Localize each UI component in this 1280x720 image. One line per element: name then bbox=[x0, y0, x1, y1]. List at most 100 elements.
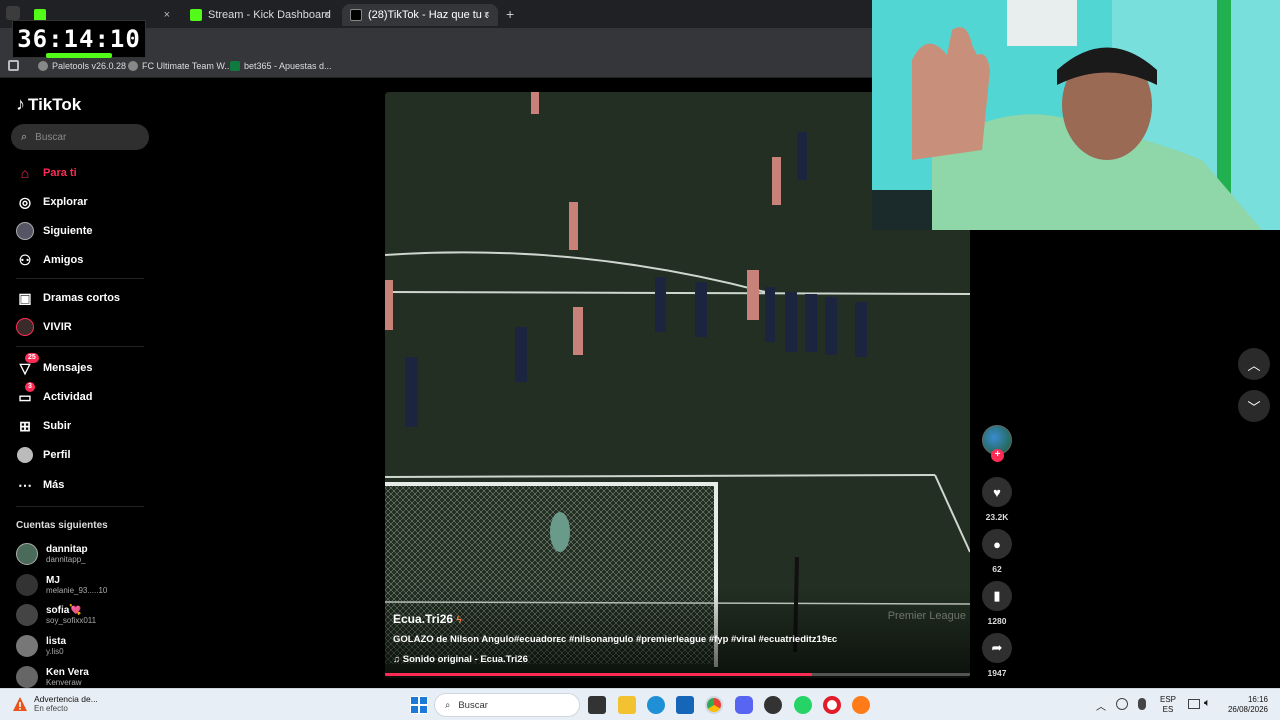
display-tray-icon[interactable] bbox=[1188, 699, 1200, 709]
volume-icon[interactable]: 🔈︎ bbox=[1204, 697, 1211, 710]
security-warning[interactable]: Advertencia de... En efecto bbox=[12, 694, 98, 714]
next-video-button[interactable]: ﹀ bbox=[1238, 390, 1270, 422]
nav-label: Dramas cortos bbox=[43, 292, 121, 304]
network-tray-icon[interactable] bbox=[1116, 698, 1128, 710]
account-name: dannitap bbox=[46, 543, 88, 555]
nav-actividad[interactable]: ▭ 3 Actividad bbox=[16, 382, 93, 406]
opera-icon[interactable] bbox=[823, 696, 841, 714]
video-author-name[interactable]: Ecua.Tri26 ϟ bbox=[393, 612, 462, 626]
compass-icon: ◎ bbox=[18, 193, 32, 210]
bookmark-paletools[interactable]: Paletools v26.0.28 bbox=[38, 61, 126, 71]
file-explorer-icon[interactable] bbox=[618, 696, 636, 714]
bookmark-fc-ultimate[interactable]: FC Ultimate Team W... bbox=[128, 61, 232, 71]
tab-kick-dashboard[interactable]: Stream - Kick Dashboard × bbox=[182, 4, 338, 26]
nav-dramas-cortos[interactable]: ▣ Dramas cortos bbox=[16, 289, 120, 307]
account-handle: dannitapp_ bbox=[46, 554, 86, 564]
webcam-feed bbox=[872, 0, 1280, 230]
nav-perfil[interactable]: Perfil bbox=[16, 446, 71, 464]
activity-icon: ▭ 3 bbox=[16, 382, 35, 406]
nav-explorar[interactable]: ◎ Explorar bbox=[16, 193, 88, 211]
kick-icon bbox=[190, 9, 202, 21]
tab-tiktok[interactable]: (28)TikTok - Haz que tu día sea × bbox=[342, 4, 498, 26]
avatar bbox=[16, 543, 38, 565]
task-view-icon[interactable] bbox=[588, 696, 606, 714]
close-icon[interactable]: × bbox=[164, 9, 170, 21]
nav-label: Amigos bbox=[43, 254, 84, 266]
following-account[interactable]: sofia💘 soy_sofixx011 bbox=[16, 604, 96, 626]
like-button[interactable]: ♥ 23.2K bbox=[981, 477, 1013, 522]
comment-button[interactable]: ● 62 bbox=[981, 529, 1013, 574]
windows-start-icon[interactable] bbox=[410, 696, 428, 714]
close-icon[interactable]: × bbox=[324, 9, 330, 21]
search-input[interactable]: ⌕ Buscar bbox=[11, 124, 149, 150]
film-icon: ▣ bbox=[18, 289, 32, 306]
like-count: 23.2K bbox=[985, 512, 1009, 522]
nav-mensajes[interactable]: ▽ 25 Mensajes bbox=[16, 353, 93, 377]
bookmark-label: Paletools v26.0.28 bbox=[52, 61, 127, 71]
video-watermark: Premier League bbox=[887, 610, 966, 622]
sound-label: Sonido original - Ecua.Tri26 bbox=[402, 654, 528, 665]
avatar bbox=[16, 635, 38, 657]
warning-title: Advertencia de... bbox=[34, 694, 98, 704]
search-icon: ⌕ bbox=[445, 699, 451, 711]
new-tab-button[interactable]: + bbox=[506, 6, 514, 22]
nav-amigos[interactable]: ⚇ Amigos bbox=[16, 251, 84, 269]
save-button[interactable]: ▮ 1280 bbox=[981, 581, 1013, 626]
kick-badge bbox=[46, 53, 112, 58]
upload-icon: ⊞ bbox=[19, 417, 31, 434]
tab-search-icon[interactable] bbox=[6, 6, 20, 20]
nav-mas[interactable]: ⋯ Más bbox=[16, 476, 64, 494]
save-count: 1280 bbox=[987, 616, 1007, 626]
apps-grid-icon[interactable] bbox=[8, 60, 19, 71]
video-progress-bar[interactable] bbox=[385, 673, 970, 676]
chevron-up-icon: ︿ bbox=[1247, 357, 1261, 373]
author-label: Ecua.Tri26 bbox=[393, 612, 454, 626]
microphone-icon[interactable] bbox=[1138, 698, 1146, 710]
nav-siguiente[interactable]: Siguiente bbox=[16, 222, 93, 240]
following-account[interactable]: MJ melanie_93.....10 bbox=[16, 574, 107, 596]
nav-para-ti[interactable]: ⌂ Para ti bbox=[16, 164, 77, 182]
chevron-up-icon[interactable]: ︿ bbox=[1096, 698, 1106, 713]
tiktok-note-icon: ♪ bbox=[16, 94, 25, 114]
tiktok-logo[interactable]: ♪ TikTok bbox=[16, 94, 81, 115]
video-sound[interactable]: ♫ Sonido original - Ecua.Tri26 bbox=[393, 654, 528, 665]
nav-label: Subir bbox=[43, 420, 72, 432]
nav-label: VIVIR bbox=[43, 321, 72, 333]
firefox-icon[interactable] bbox=[852, 696, 870, 714]
whatsapp-icon[interactable] bbox=[794, 696, 812, 714]
share-button[interactable]: ➦ 1947 bbox=[981, 633, 1013, 678]
following-accounts-title: Cuentas siguientes bbox=[16, 520, 108, 531]
close-icon[interactable]: × bbox=[484, 9, 490, 21]
profile-avatar-icon bbox=[16, 446, 34, 464]
following-account[interactable]: dannitap dannitapp_ bbox=[16, 543, 88, 565]
share-arrow-icon: ➦ bbox=[982, 633, 1012, 663]
tiktok-icon bbox=[350, 9, 362, 21]
taskbar-search-placeholder: Buscar bbox=[458, 699, 488, 711]
nav-vivir[interactable]: VIVIR bbox=[16, 318, 72, 336]
obs-icon[interactable] bbox=[764, 696, 782, 714]
previous-video-button[interactable]: ︿ bbox=[1238, 348, 1270, 380]
discord-icon[interactable] bbox=[735, 696, 753, 714]
store-icon[interactable] bbox=[676, 696, 694, 714]
account-name: lista bbox=[46, 635, 67, 647]
chrome-icon[interactable] bbox=[705, 696, 723, 714]
divider bbox=[16, 346, 144, 347]
friends-icon: ⚇ bbox=[18, 251, 32, 268]
language-indicator[interactable]: ESP ES bbox=[1160, 695, 1176, 715]
follow-plus-button[interactable]: + bbox=[991, 449, 1004, 462]
lang-bottom: ES bbox=[1162, 705, 1174, 714]
taskbar-search[interactable]: ⌕ Buscar bbox=[434, 693, 580, 717]
edge-icon[interactable] bbox=[647, 696, 665, 714]
messages-icon: ▽ 25 bbox=[16, 353, 39, 377]
globe-icon bbox=[38, 61, 48, 71]
video-caption: GOLAZO de Nilson Angulo#ecuadorᴇᴄ #nilso… bbox=[393, 634, 838, 645]
bookmark-bet365[interactable]: bet365 - Apuestas d... bbox=[230, 61, 332, 71]
avatar bbox=[16, 666, 38, 688]
system-clock[interactable]: 16:16 26/08/2026 bbox=[1222, 695, 1268, 715]
bookmark-icon: ▮ bbox=[982, 581, 1012, 611]
account-handle: melanie_93.....10 bbox=[46, 585, 108, 595]
search-icon: ⌕ bbox=[21, 130, 28, 143]
following-account[interactable]: lista y.lis0 bbox=[16, 635, 66, 657]
following-account[interactable]: Ken Vera Kenveraw bbox=[16, 666, 89, 688]
nav-subir[interactable]: ⊞ Subir bbox=[16, 417, 71, 435]
